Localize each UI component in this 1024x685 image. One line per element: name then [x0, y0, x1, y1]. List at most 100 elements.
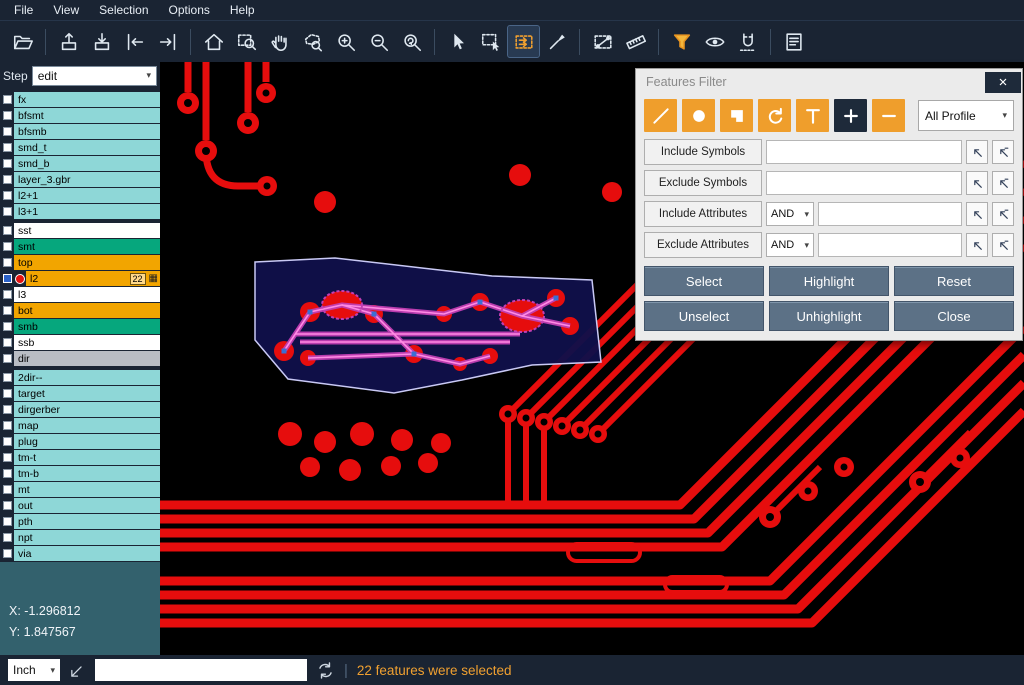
layer-name-cell[interactable]: sst [14, 223, 160, 238]
layer-name-cell[interactable]: layer_3.gbr [14, 172, 160, 187]
layer-visibility-checkbox[interactable] [3, 389, 12, 398]
layer-visibility-checkbox[interactable] [3, 373, 12, 382]
layer-row-dirgerber[interactable]: dirgerber [0, 402, 160, 417]
filter-tool-surface-button[interactable] [720, 99, 753, 132]
include-attributes-input[interactable] [818, 202, 962, 226]
refresh-icon[interactable] [316, 661, 335, 680]
layer-name-cell[interactable]: smd_t [14, 140, 160, 155]
layer-name-cell[interactable]: dirgerber [14, 402, 160, 417]
pick-arrow-alt-icon-button[interactable] [992, 140, 1014, 164]
layer-row-smd-t[interactable]: smd_t [0, 140, 160, 155]
layer-visibility-checkbox[interactable] [3, 143, 12, 152]
layer-name-cell[interactable]: smb [14, 319, 160, 334]
layer-name-cell[interactable]: mt [14, 482, 160, 497]
layer-visibility-checkbox[interactable] [3, 207, 12, 216]
layer-visibility-checkbox[interactable] [3, 258, 12, 267]
close-button[interactable]: Close [894, 301, 1014, 331]
menu-selection[interactable]: Selection [89, 0, 158, 20]
cursor-select-icon[interactable] [442, 26, 473, 57]
layer-visibility-checkbox[interactable] [3, 533, 12, 542]
filter-tool-plus-button[interactable] [834, 99, 867, 132]
lasso-zoom-icon[interactable] [297, 26, 328, 57]
layer-name-cell[interactable]: npt [14, 530, 160, 545]
highlight-button[interactable]: Highlight [769, 266, 889, 296]
zoom-in-icon[interactable] [330, 26, 361, 57]
layer-visibility-checkbox[interactable] [3, 437, 12, 446]
open-folder-icon[interactable] [7, 26, 38, 57]
layer-visibility-checkbox[interactable] [3, 191, 12, 200]
filter-tool-line-button[interactable] [644, 99, 677, 132]
pick-arrow-icon-button[interactable] [966, 233, 988, 257]
layer-visibility-checkbox[interactable] [3, 159, 12, 168]
pick-arrow-icon-button[interactable] [966, 202, 988, 226]
layer-row-l2-1[interactable]: l2+1 [0, 188, 160, 203]
layer-name-cell[interactable]: map [14, 418, 160, 433]
pick-arrow-alt-icon-button[interactable] [992, 233, 1014, 257]
layer-name-cell[interactable]: bot [14, 303, 160, 318]
snap-magnet-icon[interactable] [732, 26, 763, 57]
pick-arrow-alt-icon-button[interactable] [992, 202, 1014, 226]
angle-measure-icon[interactable] [69, 662, 86, 679]
layer-row-l2[interactable]: l222▦ [0, 271, 160, 286]
menu-options[interactable]: Options [159, 0, 220, 20]
layer-name-cell[interactable]: l3 [14, 287, 160, 302]
layer-visibility-checkbox[interactable] [3, 517, 12, 526]
layer-row-smd-b[interactable]: smd_b [0, 156, 160, 171]
layer-name-cell[interactable]: smd_b [14, 156, 160, 171]
layer-row-fx[interactable]: fx [0, 92, 160, 107]
zoom-area-icon[interactable] [231, 26, 262, 57]
layer-visibility-checkbox[interactable] [3, 274, 12, 283]
layer-name-cell[interactable]: via [14, 546, 160, 561]
layer-row-sst[interactable]: sst [0, 223, 160, 238]
layer-row-smb[interactable]: smb [0, 319, 160, 334]
layer-name-cell[interactable]: bfsmb [14, 124, 160, 139]
layer-row-plug[interactable]: plug [0, 434, 160, 449]
layer-row-l3[interactable]: l3 [0, 287, 160, 302]
message-log-icon[interactable] [778, 26, 809, 57]
layer-visibility-checkbox[interactable] [3, 485, 12, 494]
zoom-reset-icon[interactable] [396, 26, 427, 57]
layer-visibility-checkbox[interactable] [3, 405, 12, 414]
exclude-attributes-button[interactable]: Exclude Attributes [644, 232, 762, 258]
layer-name-cell[interactable]: smt [14, 239, 160, 254]
layer-row-smt[interactable]: smt [0, 239, 160, 254]
ruler-measure-icon[interactable] [620, 26, 651, 57]
layer-row-target[interactable]: target [0, 386, 160, 401]
layer-row-bfsmb[interactable]: bfsmb [0, 124, 160, 139]
include-symbols-input[interactable] [766, 140, 962, 164]
exclude-symbols-input[interactable] [766, 171, 962, 195]
layer-name-cell[interactable]: plug [14, 434, 160, 449]
layer-visibility-checkbox[interactable] [3, 306, 12, 315]
layer-row-ssb[interactable]: ssb [0, 335, 160, 350]
pick-arrow-alt-icon-button[interactable] [992, 171, 1014, 195]
layer-row-dir[interactable]: dir [0, 351, 160, 366]
layer-row-mt[interactable]: mt [0, 482, 160, 497]
layer-visibility-checkbox[interactable] [3, 322, 12, 331]
marquee-select-icon[interactable] [475, 26, 506, 57]
measure-area-icon[interactable] [587, 26, 618, 57]
filter-tool-rotate-button[interactable] [758, 99, 791, 132]
layer-name-cell[interactable]: dir [14, 351, 160, 366]
layer-name-cell[interactable]: fx [14, 92, 160, 107]
layer-row-via[interactable]: via [0, 546, 160, 561]
step-left-icon[interactable] [119, 26, 150, 57]
layer-row-tm-t[interactable]: tm-t [0, 450, 160, 465]
zoom-out-icon[interactable] [363, 26, 394, 57]
features-filter-icon[interactable] [666, 26, 697, 57]
layer-name-cell[interactable]: l222▦ [26, 271, 160, 286]
include-symbols-button[interactable]: Include Symbols [644, 139, 762, 165]
exclude-attributes-logic-select[interactable]: AND▾ [766, 233, 814, 257]
menu-help[interactable]: Help [220, 0, 265, 20]
layer-visibility-checkbox[interactable] [3, 469, 12, 478]
menu-view[interactable]: View [43, 0, 89, 20]
pick-arrow-icon-button[interactable] [966, 171, 988, 195]
step-right-icon[interactable] [152, 26, 183, 57]
layer-visibility-checkbox[interactable] [3, 111, 12, 120]
filter-tool-minus-button[interactable] [872, 99, 905, 132]
home-icon[interactable] [198, 26, 229, 57]
layer-visibility-checkbox[interactable] [3, 290, 12, 299]
unit-select[interactable]: Inch ▾ [8, 659, 60, 681]
layer-name-cell[interactable]: ssb [14, 335, 160, 350]
layer-name-cell[interactable]: l2+1 [14, 188, 160, 203]
layer-visibility-checkbox[interactable] [3, 501, 12, 510]
